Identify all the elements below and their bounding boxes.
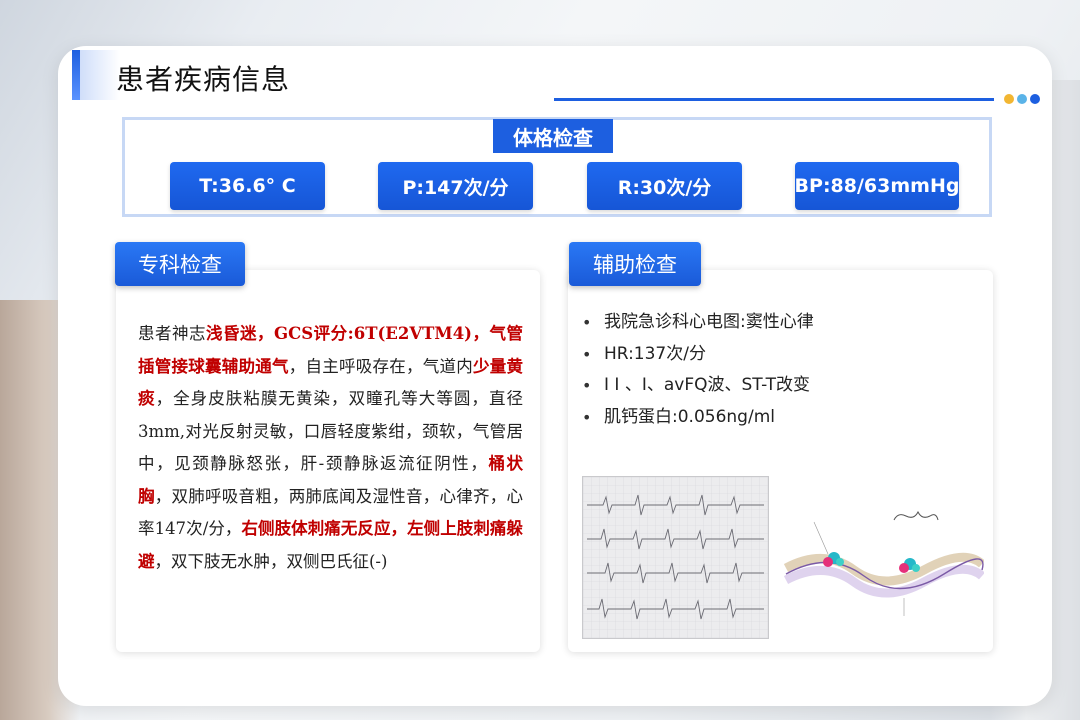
vital-temperature: T:36.6° C	[170, 162, 325, 210]
finding-text: ，全身皮肤粘膜无黄染，双瞳孔等大等圆，直径3mm,对光反射灵敏，口唇轻度紫绀，颈…	[138, 389, 524, 473]
auxiliary-exam-title: 辅助检查	[569, 242, 701, 286]
dot-icon	[1030, 94, 1040, 104]
finding-text: 患者神志	[138, 324, 206, 343]
decorative-dots	[1004, 94, 1040, 104]
title-underline	[554, 98, 994, 101]
list-item: HR:137次/分	[582, 339, 814, 371]
vital-respiration: R:30次/分	[587, 162, 742, 210]
specialist-exam-text: 患者神志浅昏迷，GCS评分:6T(E2VTM4)，气管插管接球囊辅助通气，自主呼…	[138, 318, 523, 578]
troponin-diagram	[784, 510, 984, 616]
ecg-image	[582, 476, 769, 639]
ecg-trace-graphic	[583, 477, 768, 638]
title-accent-fade	[80, 50, 120, 100]
list-item: 肌钙蛋白:0.056ng/ml	[582, 402, 814, 434]
auxiliary-exam-list: 我院急诊科心电图:窦性心律 HR:137次/分 I I 、I、avFQ波、ST-…	[582, 307, 814, 433]
title-accent-bar	[72, 50, 80, 100]
finding-text: ，自主呼吸存在，气道内	[288, 356, 473, 376]
specialist-exam-title: 专科检查	[115, 242, 245, 286]
physical-exam-title: 体格检查	[493, 119, 613, 153]
list-item: 我院急诊科心电图:窦性心律	[582, 307, 814, 339]
vital-blood-pressure: BP:88/63mmHg	[795, 162, 959, 210]
vital-pulse: P:147次/分	[378, 162, 533, 210]
finding-text: ，双下肢无水肿，双侧巴氏征(-)	[154, 551, 388, 571]
dot-icon	[1017, 94, 1027, 104]
dot-icon	[1004, 94, 1014, 104]
list-item: I I 、I、avFQ波、ST-T改变	[582, 370, 814, 402]
page-title: 患者疾病信息	[116, 63, 291, 96]
